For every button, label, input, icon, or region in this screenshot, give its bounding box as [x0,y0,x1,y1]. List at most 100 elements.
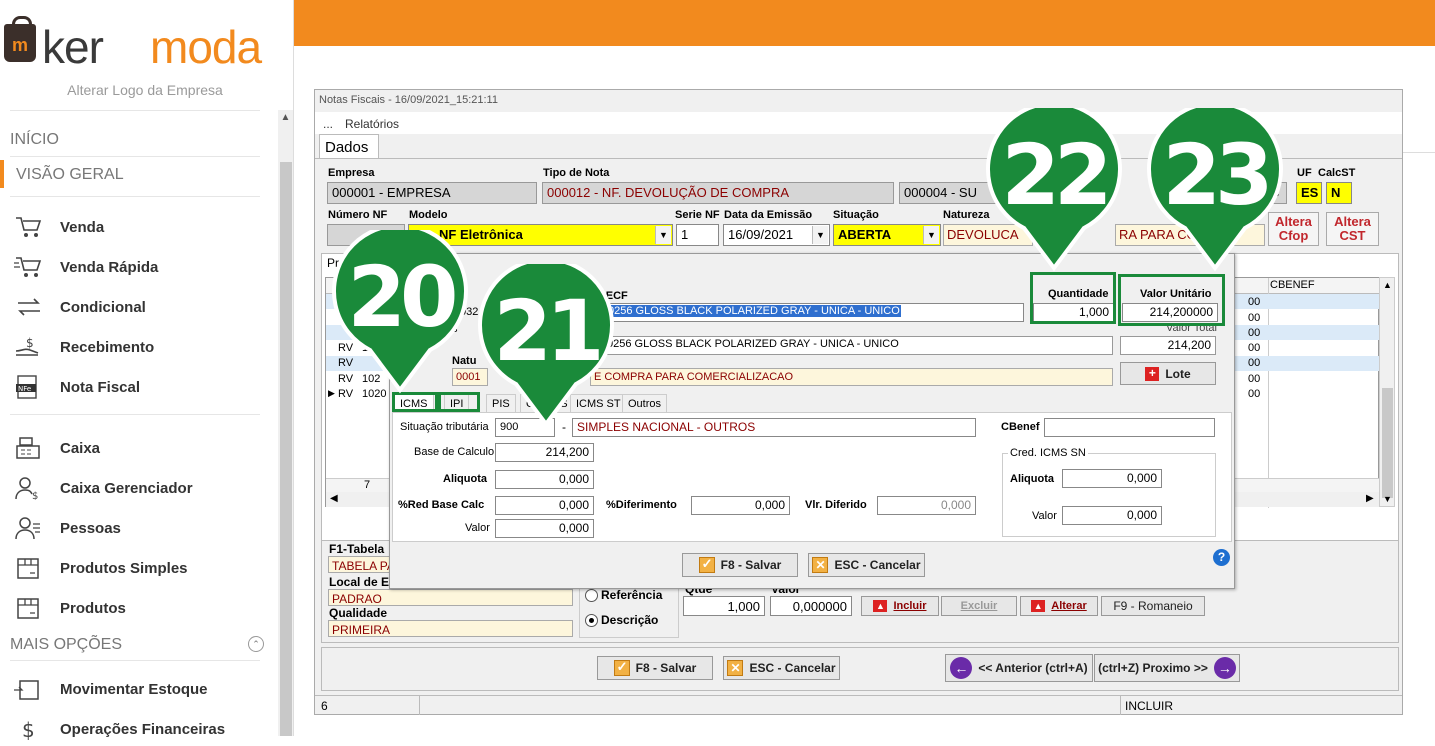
descricao-radio[interactable] [585,614,598,627]
sidebar-item-label: Operações Financeiras [60,720,226,738]
local-field[interactable]: PADRAO [328,589,573,606]
tab-dados[interactable]: Dados [319,134,379,158]
natureza-desc-field[interactable]: E COMPRA PARA COMERCIALIZACAO [590,368,1113,386]
hand-money-icon: $ [14,335,44,359]
scroll-down-icon[interactable]: ▼ [1383,494,1392,504]
menu-ellipsis[interactable]: ... [323,117,333,131]
incluir-button[interactable]: ▲ Incluir [861,596,939,616]
sidebar-item-caixa[interactable]: Caixa [14,433,100,463]
proximo-button[interactable]: (ctrl+Z) Proximo >> → [1094,654,1240,682]
anterior-button[interactable]: ← << Anterior (ctrl+A) [945,654,1093,682]
situacao-select[interactable]: ABERTA ▼ [833,224,941,246]
cbenef-field[interactable] [1044,418,1215,437]
proximo-label: (ctrl+Z) Proximo >> [1098,661,1208,675]
descricao-label: Descrição [601,613,659,627]
sidebar-scrollbar-thumb[interactable] [280,162,292,736]
sidebar-item-operacoes-financeiras[interactable]: $ Operações Financeiras [14,714,225,744]
calendar-dropdown-icon[interactable]: ▼ [812,226,828,244]
sidebar-item-label: Caixa [60,439,101,457]
divider [10,414,260,415]
calcst-label: CalcST [1318,167,1356,179]
grid-cell: 00 [1248,327,1261,339]
sidebar-item-label: Produtos Simples [60,559,188,577]
cancelar-label: ESC - Cancelar [749,661,836,675]
sn-aliquota-field[interactable]: 0,000 [1062,469,1162,488]
serie-field[interactable]: 1 [676,224,719,246]
red-base-field[interactable]: 0,000 [495,496,594,515]
marker-23-label: 23 [1162,126,1274,224]
empresa-field[interactable]: 000001 - EMPRESA [327,182,537,204]
sidebar-item-movimentar-estoque[interactable]: Movimentar Estoque [14,674,208,704]
anterior-label: << Anterior (ctrl+A) [978,661,1088,675]
situacao-tributaria-desc[interactable]: SIMPLES NACIONAL - OUTROS [572,418,976,437]
sidebar-item-produtos-simples[interactable]: Produtos Simples [14,553,188,583]
collapse-icon[interactable]: ⌃ [248,636,264,652]
divider [1120,696,1121,715]
people-icon [14,516,44,540]
sidebar-item-venda[interactable]: Venda [14,212,104,242]
help-icon[interactable]: ? [1213,549,1230,566]
grid-cell: 00 [1248,296,1261,308]
aliquota-field[interactable]: 0,000 [495,470,594,489]
menu-relatorios[interactable]: Relatórios [345,117,399,131]
qualidade-field[interactable]: PRIMEIRA [328,620,573,637]
scrollbar-thumb[interactable] [1382,388,1393,498]
sidebar-item-caixa-gerenciador[interactable]: $ Caixa Gerenciador [14,473,193,503]
salvar-button[interactable]: F8 - Salvar [597,656,713,680]
cancelar-button[interactable]: ✕ ESC - Cancelar [723,656,840,680]
grid-vscrollbar[interactable]: ▲ ▼ [1379,277,1395,507]
produto-descricao-field: 0256 GLOSS BLACK POLARIZED GRAY - UNICA … [602,336,1113,355]
divider [419,696,420,715]
altera-cst-button[interactable]: Altera CST [1326,212,1379,246]
romaneio-button[interactable]: F9 - Romaneio [1101,596,1205,616]
tab-outros[interactable]: Outros [622,394,668,412]
scroll-right-icon[interactable]: ▶ [1366,493,1374,504]
chevron-down-icon[interactable]: ▼ [655,226,671,244]
sn-valor-field[interactable]: 0,000 [1062,506,1162,525]
sidebar-item-recebimento[interactable]: $ Recebimento [14,332,154,362]
menu-inicio[interactable]: INÍCIO [10,131,59,149]
menu-visao-geral[interactable]: VISÃO GERAL [16,166,124,184]
marker-22: 22 [984,101,1124,276]
change-logo-link[interactable]: Alterar Logo da Empresa [0,82,290,98]
scroll-up-icon[interactable]: ▲ [1383,280,1392,290]
sidebar-item-nota-fiscal[interactable]: NFe Nota Fiscal [14,372,140,402]
sidebar-item-produtos[interactable]: Produtos [14,593,126,623]
valor-field[interactable]: 0,000000 [770,596,852,616]
dialog-cancelar-button[interactable]: ✕ ESC - Cancelar [808,553,925,577]
dialog-salvar-button[interactable]: F8 - Salvar [682,553,798,577]
box-icon [14,556,44,580]
status-mode: INCLUIR [1125,699,1174,713]
grid-footer-count: 7 [364,479,371,491]
scroll-left-icon[interactable]: ◀ [330,493,338,504]
valor-icms-label: Valor [465,522,490,534]
scroll-up-icon[interactable]: ▲ [278,112,293,126]
dialog-cancelar-label: ESC - Cancelar [834,558,921,572]
uf-field[interactable]: ES [1296,182,1322,204]
tipo-nota-field[interactable]: 000012 - NF. DEVOLUÇÃO DE COMPRA [542,182,894,204]
sidebar-item-label: Pessoas [60,519,121,537]
lote-button[interactable]: + Lote [1120,362,1216,385]
empresa-label: Empresa [328,167,375,179]
sidebar-item-condicional[interactable]: Condicional [14,292,146,322]
calcst-field[interactable]: N [1326,182,1352,204]
referencia-radio[interactable] [585,589,598,602]
serie-label: Serie NF [675,209,720,221]
excluir-button[interactable]: Excluir [941,596,1017,616]
chevron-down-icon[interactable]: ▼ [923,226,939,244]
base-calculo-field[interactable]: 214,200 [495,443,594,462]
data-emissao-field[interactable]: 16/09/2021 ▼ [723,224,830,246]
valor-icms-field[interactable]: 0,000 [495,519,594,538]
tabela-label: F1-Tabela [329,542,385,556]
cred-icms-sn-title: Cred. ICMS SN [1008,447,1088,459]
menu-mais-opcoes[interactable]: MAIS OPÇÕES [10,636,122,654]
produto-field[interactable]: 0256 GLOSS BLACK POLARIZED GRAY - UNICA … [602,303,1024,322]
sidebar-item-venda-rapida[interactable]: Venda Rápida [14,252,158,282]
sidebar-item-pessoas[interactable]: Pessoas [14,513,121,543]
alterar-button[interactable]: ▲ Alterar [1020,596,1098,616]
diferimento-field[interactable]: 0,000 [691,496,790,515]
diferimento-label: %Diferimento [606,499,677,511]
produto-desc-selected: 0256 GLOSS BLACK POLARIZED GRAY - UNICA … [607,305,901,317]
company-logo[interactable]: m ker moda [0,10,294,73]
qtde-field[interactable]: 1,000 [683,596,765,616]
